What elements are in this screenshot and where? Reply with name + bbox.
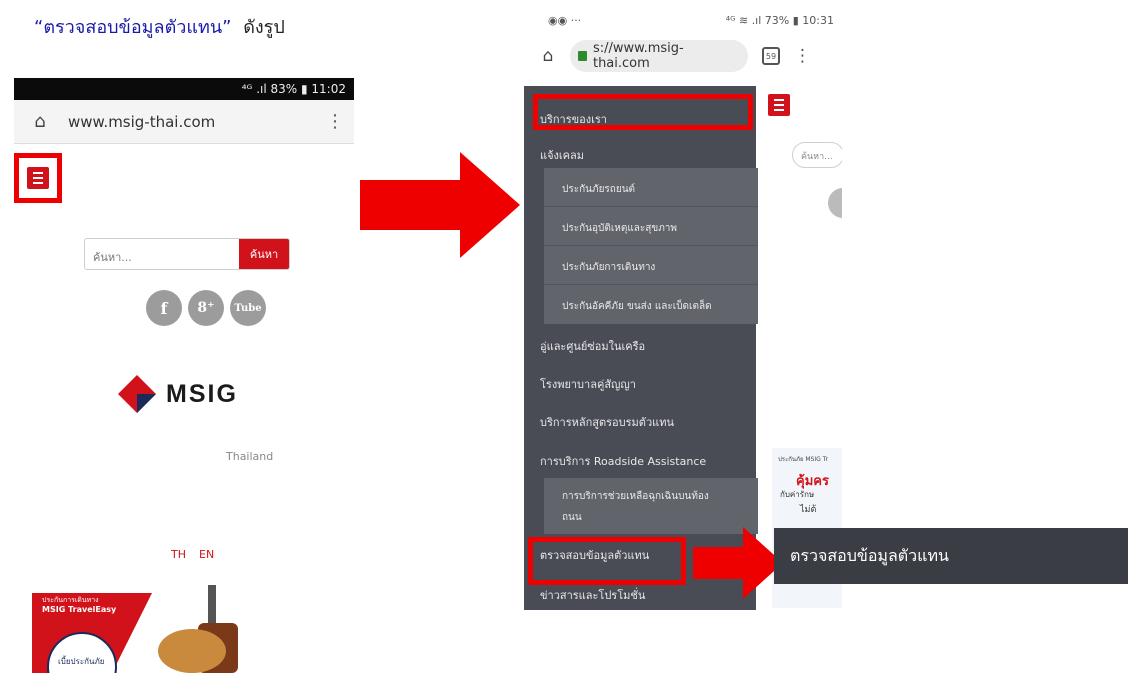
submenu-item-roadside-help-cont: ถนน — [562, 512, 582, 523]
lang-th-link[interactable]: TH — [171, 548, 186, 561]
instruction-heading: “ตรวจสอบข้อมูลตัวแทน” ดังรูป — [34, 12, 285, 41]
status-bar-text: ⁴ᴳ .ıl 83% ▮ 11:02 — [241, 82, 346, 96]
social-icon[interactable] — [828, 188, 842, 218]
submenu-item-roadside-help[interactable]: การบริการช่วยเหลือฉุกเฉินบนท้อง — [562, 489, 709, 504]
heading-suffix: ดังรูป — [243, 17, 285, 38]
menu-item-garages[interactable]: อู่และศูนย์ซ่อมในเครือ — [540, 337, 645, 355]
banner-line3: เบี้ยประกันภัย — [58, 657, 105, 666]
submenu-roadside: การบริการช่วยเหลือฉุกเฉินบนท้อง ถนน — [544, 478, 758, 534]
hamburger-icon-line — [774, 104, 784, 106]
submenu-item-accident-health[interactable]: ประกันอุบัติเหตุและสุขภาพ — [562, 221, 677, 236]
highlight-box-menu — [14, 153, 62, 203]
heading-quoted-term: “ตรวจสอบข้อมูลตัวแทน” — [34, 17, 232, 38]
overflow-menu-icon[interactable]: ⋮ — [322, 111, 348, 132]
facebook-icon[interactable]: f — [146, 290, 182, 326]
divider — [544, 245, 758, 246]
status-bar: ⁴ᴳ .ıl 83% ▮ 11:02 — [14, 78, 354, 100]
overflow-menu-icon[interactable]: ⋮ — [794, 46, 811, 66]
phone-screenshot-2: ◉◉ ··· ⁴ᴳ ≋ .ıl 73% ▮ 10:31 ⌂ s://www.ms… — [520, 0, 842, 610]
search-button[interactable]: ค้นหา — [239, 239, 289, 269]
promo-line4: ไม่ต้ — [800, 505, 817, 515]
logo-text: MSIG — [166, 379, 238, 408]
submenu-item-fire-marine[interactable]: ประกันอัคคีภัย ขนส่ง และเบ็ดเตล็ด — [562, 299, 712, 314]
arrow-right-icon — [360, 152, 520, 258]
google-plus-icon[interactable]: 8⁺ — [188, 290, 224, 326]
phone-screenshot-1: ⁴ᴳ .ıl 83% ▮ 11:02 ⌂ www.msig-thai.com ⋮… — [14, 78, 354, 673]
home-icon[interactable]: ⌂ — [536, 46, 560, 66]
menu-item-hospitals[interactable]: โรงพยาบาลคู่สัญญา — [540, 375, 636, 393]
status-left: ◉◉ ··· — [548, 13, 582, 27]
address-bar[interactable]: s://www.msig-thai.com — [570, 40, 748, 72]
home-icon[interactable]: ⌂ — [26, 111, 54, 132]
menu-item-claims[interactable]: แจ้งเคลม — [540, 146, 584, 164]
arrow-right-small-icon — [693, 527, 783, 599]
hamburger-icon-line — [774, 99, 784, 101]
browser-toolbar: ⌂ s://www.msig-thai.com 59 ⋮ — [520, 36, 842, 76]
submenu-item-motor[interactable]: ประกันภัยรถยนต์ — [562, 182, 635, 197]
msig-logo: MSIG — [116, 373, 238, 415]
callout-text: ตรวจสอบข้อมูลตัวแทน — [790, 545, 949, 565]
address-bar[interactable]: www.msig-thai.com — [68, 113, 322, 131]
agent-check-callout: ตรวจสอบข้อมูลตัวแทน — [774, 528, 1128, 584]
menu-item-agent-training[interactable]: บริการหลักสูตรอบรมตัวแทน — [540, 413, 674, 431]
hamburger-icon-line — [774, 109, 784, 111]
divider — [544, 206, 758, 207]
banner-line2: MSIG TravelEasy — [42, 605, 117, 614]
tab-count-button[interactable]: 59 — [762, 47, 780, 65]
lock-icon — [578, 51, 587, 61]
msig-logo-mark-icon — [118, 375, 156, 413]
menu-item-news-promotions[interactable]: ข่าวสารและโปรโมชั่น — [540, 586, 645, 604]
address-text: s://www.msig-thai.com — [592, 41, 684, 71]
browser-toolbar: ⌂ www.msig-thai.com ⋮ — [14, 100, 354, 144]
divider — [544, 284, 758, 285]
submenu-claims: ประกันภัยรถยนต์ ประกันอุบัติเหตุและสุขภา… — [544, 168, 758, 324]
menu-item-roadside[interactable]: การบริการ Roadside Assistance — [540, 452, 706, 470]
highlight-box-agent-check — [528, 537, 686, 585]
search-input[interactable]: ค้นหา... — [85, 239, 239, 269]
search-box: ค้นหา... ค้นหา — [84, 238, 290, 270]
promo-line3: กับค่ารักษ — [780, 490, 815, 499]
lang-en-link[interactable]: EN — [199, 548, 214, 561]
hamburger-menu-button[interactable] — [768, 94, 790, 116]
status-right: ⁴ᴳ ≋ .ıl 73% ▮ 10:31 — [725, 13, 834, 27]
travel-banner[interactable]: ประกันการเดินทาง MSIG TravelEasy เบี้ยปร… — [32, 563, 264, 673]
youtube-icon[interactable]: Tube — [230, 290, 266, 326]
logo-subtitle: Thailand — [226, 450, 274, 463]
status-bar: ◉◉ ··· ⁴ᴳ ≋ .ıl 73% ▮ 10:31 — [520, 8, 842, 32]
promo-line1: ประกันภัย MSIG Tr — [778, 456, 828, 463]
submenu-item-travel[interactable]: ประกันภัยการเดินทาง — [562, 260, 655, 275]
highlight-box-services — [533, 94, 753, 130]
search-input[interactable]: ค้นหา... — [792, 142, 842, 168]
